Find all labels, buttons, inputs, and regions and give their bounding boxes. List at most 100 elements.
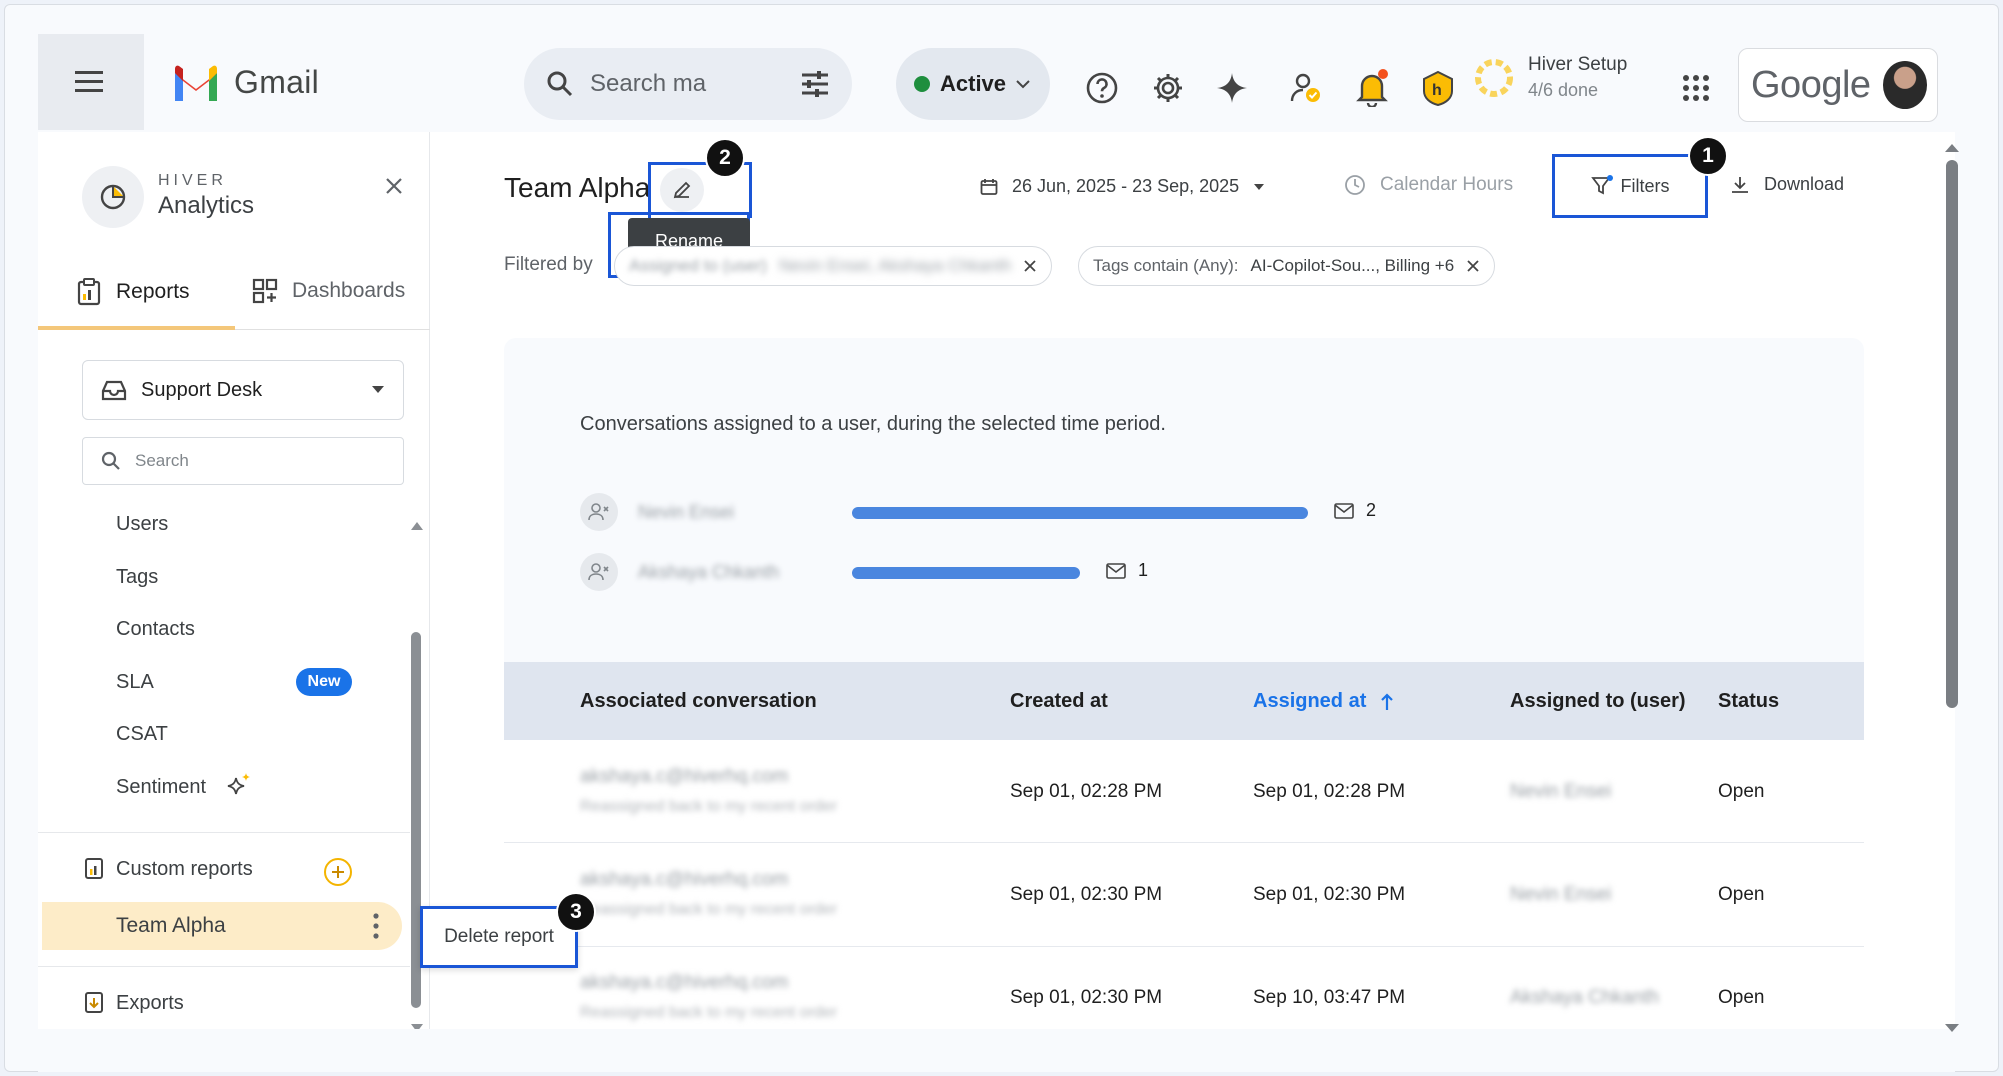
tab-dashboards-label: Dashboards: [292, 279, 406, 302]
setup-title: Hiver Setup: [1528, 54, 1628, 75]
filter-chip-value: Nevin Ensei, Akshaya Chkanth: [778, 256, 1012, 275]
close-icon[interactable]: [1466, 259, 1480, 273]
filter-chip-assigned-user[interactable]: Assigned to (user) Nevin Ensei, Akshaya …: [614, 246, 1053, 286]
filters-button[interactable]: Filters: [1552, 154, 1708, 218]
row-divider: [504, 842, 1864, 843]
inbox-tray-icon: [101, 380, 127, 401]
sidebar-item-users[interactable]: Users: [116, 513, 168, 536]
hiver-shield-icon[interactable]: h: [1418, 68, 1458, 108]
sidebar-divider-2: [38, 966, 410, 967]
caret-down-icon: [1254, 183, 1265, 190]
row-subject: Reassigned back to my recent order: [580, 1004, 838, 1021]
apps-grid-icon[interactable]: [1676, 68, 1716, 108]
user-status-icon[interactable]: [1286, 68, 1326, 108]
delete-report-menu-item[interactable]: Delete report: [420, 906, 578, 968]
sidebar-item-tags[interactable]: Tags: [116, 566, 158, 589]
settings-gear-icon[interactable]: [1148, 68, 1188, 108]
sidebar-item-contacts[interactable]: Contacts: [116, 618, 195, 641]
row-assigned-user: Nevin Ensei: [1510, 884, 1612, 905]
row-subject: Reassigned back to my recent order: [580, 901, 838, 918]
row-email[interactable]: akshaya.c@hiverhq.com: [580, 869, 788, 891]
ai-sparkle-icon: [226, 772, 252, 803]
brand-eyebrow: HIVER: [158, 172, 227, 189]
svg-text:h: h: [1432, 82, 1442, 99]
download-button[interactable]: Download: [1730, 174, 1844, 195]
column-header-assigned-to[interactable]: Assigned to (user): [1510, 690, 1686, 713]
row-email[interactable]: akshaya.c@hiverhq.com: [580, 766, 788, 788]
plus-icon: [332, 866, 344, 878]
tab-dashboards[interactable]: Dashboards: [252, 278, 405, 304]
row-created-at: Sep 01, 02:30 PM: [1010, 987, 1163, 1008]
date-range-picker[interactable]: 26 Jun, 2025 - 23 Sep, 2025: [980, 176, 1265, 197]
sidebar-item-csat[interactable]: CSAT: [116, 723, 168, 746]
close-icon[interactable]: [380, 172, 408, 200]
inbox-select-value: Support Desk: [141, 378, 263, 401]
sort-ascending-arrow-icon: [1381, 692, 1394, 710]
mail-search[interactable]: Search ma: [524, 48, 852, 120]
active-tab-indicator: [38, 326, 235, 330]
mail-search-input[interactable]: Search ma: [590, 70, 784, 98]
filter-chip-tags[interactable]: Tags contain (Any): AI-Copilot-Sou..., B…: [1078, 246, 1496, 286]
main-menu-button[interactable]: [38, 34, 144, 130]
custom-reports-label: Custom reports: [116, 858, 253, 880]
row-assigned-user: Akshaya Chkanth: [1510, 987, 1659, 1008]
add-custom-report-button[interactable]: [324, 858, 352, 886]
row-email[interactable]: akshaya.c@hiverhq.com: [580, 972, 788, 994]
notifications-bell-icon[interactable]: [1352, 66, 1392, 110]
bar-user-name: Nevin Ensei: [638, 502, 735, 522]
unassigned-user-icon: [580, 493, 618, 531]
tab-reports-label: Reports: [116, 280, 190, 303]
date-range-value: 26 Jun, 2025 - 23 Sep, 2025: [1012, 176, 1240, 196]
sidebar-item-sentiment[interactable]: Sentiment: [116, 776, 206, 799]
gmail-logo[interactable]: Gmail: [172, 64, 319, 101]
bar-count: 1: [1138, 560, 1149, 580]
exports-icon: [84, 990, 104, 1019]
content-scrollbar[interactable]: [1946, 160, 1958, 708]
setup-progress-text: 4/6 done: [1528, 80, 1599, 100]
report-clipboard-icon: [77, 278, 101, 306]
google-wordmark: Google: [1751, 63, 1871, 106]
inbox-select[interactable]: Support Desk: [82, 360, 404, 420]
report-title: Team Alpha: [504, 172, 651, 203]
bar-user-1: [852, 507, 1308, 519]
column-header-created-at[interactable]: Created at: [1010, 690, 1108, 713]
brand-title: Analytics: [158, 192, 255, 219]
sidebar-search-input[interactable]: Search: [82, 437, 404, 485]
close-icon[interactable]: [1023, 259, 1037, 273]
scroll-up-arrow-icon[interactable]: [410, 518, 424, 536]
row-subject: Reassigned back to my recent order: [580, 798, 838, 815]
mail-icon: [1334, 502, 1354, 519]
sidebar-item-team-alpha[interactable]: Team Alpha: [42, 902, 402, 950]
new-badge: New: [296, 668, 352, 696]
calendar-hours-toggle[interactable]: Calendar Hours: [1344, 174, 1513, 196]
more-vert-icon[interactable]: [364, 910, 388, 942]
search-options-icon[interactable]: [800, 70, 830, 98]
column-header-assigned-at-label: Assigned at: [1253, 690, 1367, 712]
status-toggle[interactable]: Active: [896, 48, 1050, 120]
account-switcher[interactable]: Google: [1738, 48, 1938, 122]
gemini-sparkle-icon[interactable]: [1212, 68, 1252, 108]
row-created-at: Sep 01, 02:30 PM: [1010, 884, 1163, 905]
sidebar-item-exports[interactable]: Exports: [116, 992, 184, 1015]
help-icon[interactable]: [1082, 68, 1122, 108]
gmail-m-icon: [175, 65, 217, 101]
sidebar-search-placeholder: Search: [135, 451, 189, 470]
hiver-analytics-logo: [82, 166, 144, 228]
gmail-wordmark: Gmail: [234, 64, 320, 100]
panel-bottom-edge: [38, 1029, 1955, 1072]
tab-reports[interactable]: Reports: [76, 278, 190, 306]
row-created-at: Sep 01, 02:28 PM: [1010, 781, 1163, 802]
column-header-conversation[interactable]: Associated conversation: [580, 690, 817, 713]
column-header-assigned-at[interactable]: Assigned at: [1253, 690, 1394, 713]
scroll-up-arrow-icon[interactable]: [1944, 140, 1960, 158]
scroll-down-arrow-icon[interactable]: [1944, 1020, 1960, 1038]
hiver-setup-progress[interactable]: Hiver Setup 4/6 done: [1472, 54, 1627, 101]
hamburger-icon: [75, 71, 103, 92]
avatar[interactable]: [1882, 61, 1927, 109]
column-header-status[interactable]: Status: [1718, 690, 1779, 713]
row-status: Open: [1718, 781, 1765, 802]
bar-value-1: 2: [1334, 500, 1376, 521]
sidebar-item-sla[interactable]: SLA: [116, 671, 154, 694]
callout-badge-3: 3: [556, 892, 596, 932]
filters-label: Filters: [1620, 175, 1670, 196]
